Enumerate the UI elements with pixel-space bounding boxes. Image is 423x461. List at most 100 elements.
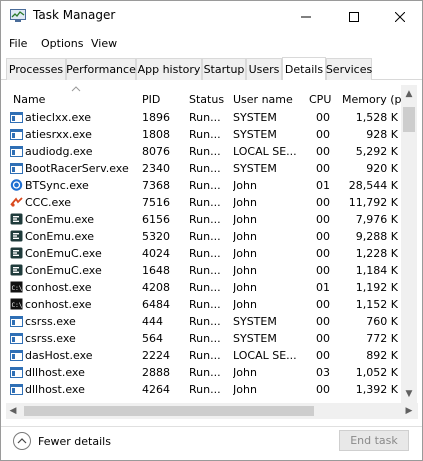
process-user: John (233, 230, 257, 243)
process-name: dllhost.exe (25, 366, 85, 379)
close-button[interactable] (377, 1, 423, 32)
menu-file[interactable]: File (9, 37, 27, 50)
table-row[interactable]: C:\ conhost.exe 4208 Run... John 01 1,192 K (6, 279, 404, 296)
horizontal-scrollbar[interactable]: ◀ ▶ (6, 403, 418, 419)
scroll-down-icon[interactable]: ▼ (401, 387, 417, 401)
table-header: Name PID Status User name CPU Memory (p.… (6, 85, 412, 109)
process-user: LOCAL SE... (233, 349, 297, 362)
process-pid: 4024 (142, 247, 170, 260)
process-cpu: 00 (316, 230, 330, 243)
process-memory: 11,792 K (348, 196, 398, 209)
table-row[interactable]: atiesrxx.exe 1808 Run... SYSTEM 00 928 K (6, 126, 404, 143)
process-cpu: 00 (316, 145, 330, 158)
console-icon: C:\ (10, 298, 23, 310)
menu-view[interactable]: View (91, 37, 117, 50)
window-app-icon (10, 367, 23, 378)
process-status: Run... (189, 349, 221, 362)
table-row[interactable]: dllhost.exe 4264 Run... John 00 1,392 K (6, 381, 404, 398)
process-cpu: 00 (316, 315, 330, 328)
window-app-icon (10, 316, 23, 327)
window-app-icon (10, 384, 23, 395)
process-cpu: 00 (316, 349, 330, 362)
scroll-right-icon[interactable]: ▶ (402, 404, 416, 418)
table-row[interactable]: dllhost.exe 2888 Run... John 03 1,052 K (6, 364, 404, 381)
table-row[interactable]: csrss.exe 444 Run... SYSTEM 00 760 K (6, 313, 404, 330)
menu-options[interactable]: Options (41, 37, 83, 50)
process-user: John (233, 281, 257, 294)
scroll-left-icon[interactable]: ◀ (6, 404, 20, 418)
table-row[interactable]: CCC.exe 7516 Run... John 00 11,792 K (6, 194, 404, 211)
process-user: John (233, 196, 257, 209)
table-row[interactable]: ConEmuC.exe 1648 Run... John 00 1,184 K (6, 262, 404, 279)
process-status: Run... (189, 315, 221, 328)
table-row[interactable]: ConEmu.exe 5320 Run... John 00 9,288 K (6, 228, 404, 245)
process-status: Run... (189, 128, 221, 141)
tab-services[interactable]: Services (326, 58, 372, 80)
process-pid: 6156 (142, 213, 170, 226)
process-memory: 1,192 K (355, 281, 398, 294)
table-row[interactable]: audiodg.exe 8076 Run... LOCAL SE... 00 5,292 … (6, 143, 404, 160)
column-header-cpu[interactable]: CPU (309, 93, 331, 106)
table-row[interactable]: csrss.exe 564 Run... SYSTEM 00 772 K (6, 330, 404, 347)
table-row[interactable]: dasHost.exe 2224 Run... LOCAL SE... 00 892 K (6, 347, 404, 364)
console-icon: C:\ (10, 281, 23, 293)
process-pid: 6484 (142, 298, 170, 311)
table-row[interactable]: ConEmuC.exe 4024 Run... John 00 1,228 K (6, 245, 404, 262)
minimize-button[interactable] (283, 1, 329, 32)
column-header-name[interactable]: Name (13, 93, 45, 106)
table-row[interactable]: atieclxx.exe 1896 Run... SYSTEM 00 1,528 K (6, 109, 404, 126)
window-app-icon (10, 112, 23, 123)
process-cpu: 00 (316, 332, 330, 345)
tab-startup[interactable]: Startup (202, 58, 246, 80)
process-user: SYSTEM (233, 315, 277, 328)
process-name: csrss.exe (25, 315, 76, 328)
process-user: John (233, 383, 257, 396)
maximize-button[interactable] (331, 1, 377, 32)
fewer-details-link[interactable]: Fewer details (38, 435, 111, 448)
scroll-up-icon[interactable]: ▲ (401, 87, 417, 101)
process-cpu: 01 (316, 281, 330, 294)
table-row[interactable]: BootRacerServ.exe 2340 Run... SYSTEM 00 920 K (6, 160, 404, 177)
table-row[interactable]: ConEmu.exe 6156 Run... John 00 7,976 K (6, 211, 404, 228)
window-app-icon (10, 146, 23, 157)
conemu-icon (10, 230, 23, 242)
process-name: csrss.exe (25, 332, 76, 345)
tab-processes[interactable]: Processes (6, 58, 66, 80)
column-header-user-name[interactable]: User name (233, 93, 293, 106)
process-status: Run... (189, 179, 221, 192)
column-header-status[interactable]: Status (189, 93, 224, 106)
process-memory: 772 K (366, 332, 398, 345)
process-pid: 444 (142, 315, 163, 328)
process-pid: 2340 (142, 162, 170, 175)
process-pid: 1896 (142, 111, 170, 124)
vertical-scroll-thumb[interactable] (403, 107, 415, 132)
column-header-pid[interactable]: PID (142, 93, 160, 106)
process-status: Run... (189, 281, 221, 294)
tab-app-history[interactable]: App history (136, 58, 202, 80)
table-row[interactable]: BTSync.exe 7368 Run... John 01 28,544 K (6, 177, 404, 194)
window-app-icon (10, 350, 23, 361)
fewer-details-button[interactable] (13, 432, 31, 450)
chevron-up-icon (17, 438, 27, 444)
process-user: SYSTEM (233, 162, 277, 175)
process-name: dasHost.exe (25, 349, 93, 362)
minimize-icon (301, 16, 311, 17)
process-memory: 7,976 K (355, 213, 398, 226)
process-pid: 1648 (142, 264, 170, 277)
horizontal-scroll-thumb[interactable] (24, 406, 314, 416)
vertical-scrollbar[interactable]: ▲ ▼ (401, 85, 417, 403)
process-status: Run... (189, 332, 221, 345)
tab-details[interactable]: Details (282, 57, 326, 80)
process-user: LOCAL SE... (233, 145, 297, 158)
end-task-button[interactable]: End task (339, 430, 409, 451)
process-details-table: Name PID Status User name CPU Memory (p.… (6, 85, 416, 403)
tab-performance[interactable]: Performance (66, 58, 136, 80)
process-name: BTSync.exe (25, 179, 89, 192)
process-user: SYSTEM (233, 111, 277, 124)
tab-users[interactable]: Users (246, 58, 282, 80)
process-name: dllhost.exe (25, 383, 85, 396)
ccc-icon (10, 197, 23, 207)
process-status: Run... (189, 366, 221, 379)
title-bar[interactable]: Task Manager (1, 1, 422, 32)
table-row[interactable]: C:\ conhost.exe 6484 Run... John 00 1,152 K (6, 296, 404, 313)
